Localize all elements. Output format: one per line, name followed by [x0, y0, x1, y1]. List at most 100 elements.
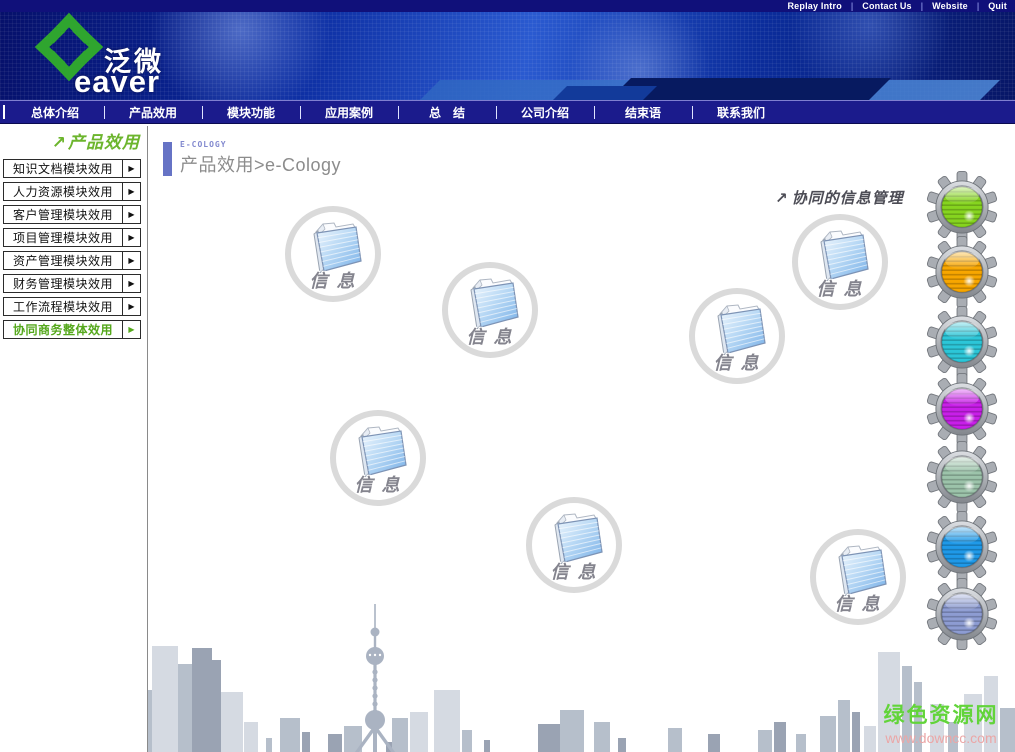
nav-item[interactable]: 模块功能	[202, 101, 300, 123]
topbar-link[interactable]: Contact Us	[862, 1, 912, 11]
northeast-arrow-icon: ↗	[52, 133, 67, 152]
main-nav: 总体介绍 产品效用 模块功能 应用案例 总 结 公司介绍 结束语 联系我们	[0, 101, 1015, 123]
right-arrow-icon: ▶	[128, 256, 134, 265]
nav-item-label: 应用案例	[325, 104, 373, 121]
folder-label: 信 息	[448, 323, 532, 349]
info-folder-node[interactable]: 信 息	[330, 410, 426, 506]
sidebar-item-label: 项目管理模块效用	[4, 229, 122, 246]
sidebar-item-arrow-box: ▶	[122, 252, 140, 269]
sidebar: ↗产品效用 知识文档模块效用 ▶ 人力资源模块效用 ▶ 客户管理模块效用 ▶ 项…	[0, 128, 147, 343]
nav-item[interactable]: 联系我们	[692, 101, 790, 123]
sidebar-item-arrow-box: ▶	[122, 206, 140, 223]
sidebar-item[interactable]: 知识文档模块效用 ▶	[3, 159, 141, 178]
nav-item[interactable]: 应用案例	[300, 101, 398, 123]
folder-label: 信 息	[798, 275, 882, 301]
nav-item[interactable]: 结束语	[594, 101, 692, 123]
topbar-separator: |	[921, 1, 923, 11]
gear-icon-periwinkle	[926, 578, 998, 650]
right-arrow-icon: ▶	[128, 325, 134, 334]
annotation-collab-info: ↗协同的信息管理	[775, 187, 904, 208]
right-arrow-icon: ▶	[128, 302, 134, 311]
gear-icon-blue	[926, 511, 998, 583]
nav-item-label: 联系我们	[717, 104, 765, 121]
sidebar-item-label: 资产管理模块效用	[4, 252, 122, 269]
gear-icon-magenta	[926, 373, 998, 445]
nav-item-label: 公司介绍	[521, 104, 569, 121]
info-folder-node[interactable]: 信 息	[285, 206, 381, 302]
header-banner: 泛微 eaver Replay Intro | Contact Us | Website…	[0, 0, 1015, 100]
sidebar-item-label: 协同商务整体效用	[4, 321, 122, 338]
main-navbar: 总体介绍 产品效用 模块功能 应用案例 总 结 公司介绍 结束语 联系我们	[0, 100, 1015, 124]
sidebar-heading-label: 产品效用	[68, 133, 140, 152]
sidebar-item-arrow-box: ▶	[122, 275, 140, 292]
sidebar-item-label: 财务管理模块效用	[4, 275, 122, 292]
watermark-site: 绿色资源网	[866, 699, 1015, 729]
right-arrow-icon: ▶	[128, 279, 134, 288]
gear-icon-orange	[926, 236, 998, 308]
northeast-arrow-icon: ↗	[775, 190, 789, 207]
sidebar-item-label: 知识文档模块效用	[4, 160, 122, 177]
sidebar-item-arrow-box: ▶	[122, 183, 140, 200]
sidebar-item[interactable]: 人力资源模块效用 ▶	[3, 182, 141, 201]
topbar-links: Replay Intro | Contact Us | Website | Quit	[0, 0, 1015, 12]
info-folder-node[interactable]: 信 息	[792, 214, 888, 310]
folder-label: 信 息	[695, 349, 779, 375]
info-folder-node[interactable]: 信 息	[810, 529, 906, 625]
sidebar-item-label: 客户管理模块效用	[4, 206, 122, 223]
page: 泛微 eaver Replay Intro | Contact Us | Website…	[0, 0, 1015, 752]
nav-item-label: 总 结	[429, 104, 465, 121]
watermark: 绿色资源网 www.downcc.com	[866, 699, 1015, 746]
page-title: 产品效用>e-Cology	[180, 151, 341, 177]
sidebar-list: 知识文档模块效用 ▶ 人力资源模块效用 ▶ 客户管理模块效用 ▶ 项目管理模块效…	[0, 159, 147, 339]
sidebar-item[interactable]: 资产管理模块效用 ▶	[3, 251, 141, 270]
title-eyebrow: E-COLOGY	[180, 140, 341, 149]
right-arrow-icon: ▶	[128, 187, 134, 196]
nav-item[interactable]: 总体介绍	[6, 101, 104, 123]
folder-label: 信 息	[532, 558, 616, 584]
right-arrow-icon: ▶	[128, 164, 134, 173]
title-accent-bar	[163, 142, 172, 176]
nav-item[interactable]: 产品效用	[104, 101, 202, 123]
topbar-separator: |	[851, 1, 853, 11]
folder-label: 信 息	[816, 590, 900, 616]
nav-item-label: 产品效用	[129, 104, 177, 121]
sidebar-item-label: 人力资源模块效用	[4, 183, 122, 200]
sidebar-item[interactable]: 工作流程模块效用 ▶	[3, 297, 141, 316]
banner-decor-dark-2	[553, 86, 657, 100]
nav-item[interactable]: 公司介绍	[496, 101, 594, 123]
nav-item-label: 模块功能	[227, 104, 275, 121]
sidebar-item-label: 工作流程模块效用	[4, 298, 122, 315]
nav-item-label: 总体介绍	[31, 104, 79, 121]
right-arrow-icon: ▶	[128, 210, 134, 219]
folder-label: 信 息	[336, 471, 420, 497]
gear-icon-green	[926, 171, 998, 243]
sidebar-item[interactable]: 协同商务整体效用 ▶	[3, 320, 141, 339]
info-folder-node[interactable]: 信 息	[442, 262, 538, 358]
nav-item[interactable]: 总 结	[398, 101, 496, 123]
sidebar-item-arrow-box: ▶	[122, 321, 140, 338]
title-texts: E-COLOGY 产品效用>e-Cology	[180, 140, 341, 177]
gear-icon-cyan	[926, 306, 998, 378]
sidebar-item-arrow-box: ▶	[122, 160, 140, 177]
sidebar-item-arrow-box: ▶	[122, 298, 140, 315]
sidebar-divider	[147, 126, 148, 752]
topbar-link[interactable]: Quit	[988, 1, 1007, 11]
annotation-label: 协同的信息管理	[792, 190, 904, 207]
topbar-link[interactable]: Website	[932, 1, 968, 11]
info-folder-node[interactable]: 信 息	[689, 288, 785, 384]
topbar-link[interactable]: Replay Intro	[787, 1, 841, 11]
page-title-block: E-COLOGY 产品效用>e-Cology	[163, 140, 341, 177]
logo-text-en: eaver	[74, 64, 160, 100]
sidebar-item-arrow-box: ▶	[122, 229, 140, 246]
topbar-separator: |	[977, 1, 979, 11]
sidebar-item[interactable]: 财务管理模块效用 ▶	[3, 274, 141, 293]
sidebar-item[interactable]: 客户管理模块效用 ▶	[3, 205, 141, 224]
sidebar-item[interactable]: 项目管理模块效用 ▶	[3, 228, 141, 247]
right-arrow-icon: ▶	[128, 233, 134, 242]
sidebar-heading: ↗产品效用	[0, 128, 147, 153]
watermark-url: www.downcc.com	[866, 730, 1015, 746]
info-folder-node[interactable]: 信 息	[526, 497, 622, 593]
gear-icon-sage	[926, 441, 998, 513]
weaver-logo: 泛微 eaver	[22, 6, 242, 100]
nav-item-label: 结束语	[625, 104, 661, 121]
